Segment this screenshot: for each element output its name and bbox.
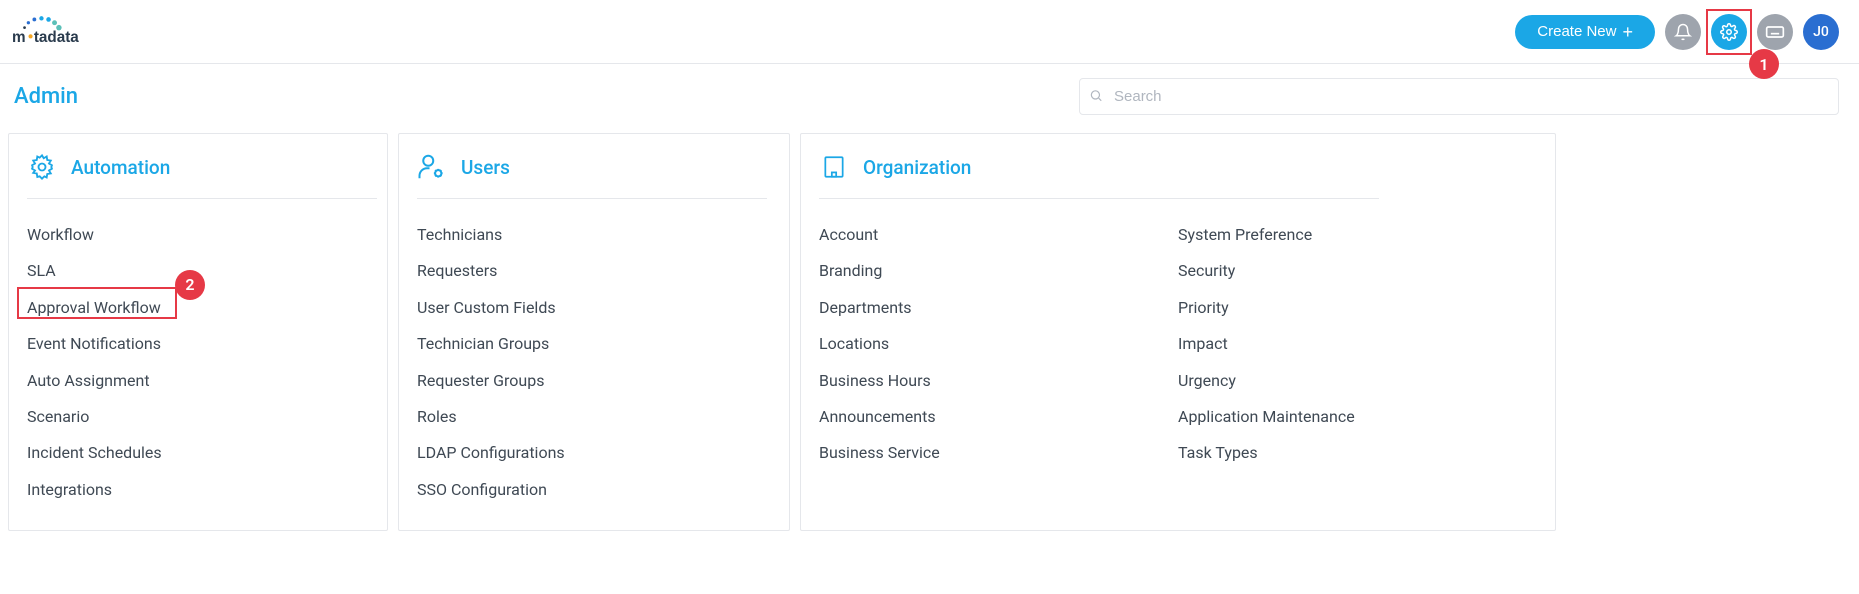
link-application-maintenance[interactable]: Application Maintenance (1178, 399, 1537, 435)
link-locations[interactable]: Locations (819, 326, 1178, 362)
link-incident-schedules[interactable]: Incident Schedules (27, 435, 369, 471)
settings-button[interactable] (1711, 14, 1747, 50)
logo[interactable]: m tadata (12, 11, 132, 53)
organization-col-1: Account Branding Departments Locations B… (819, 217, 1178, 472)
link-business-hours[interactable]: Business Hours (819, 363, 1178, 399)
organization-col-2: System Preference Security Priority Impa… (1178, 217, 1537, 472)
keyboard-shortcuts-button[interactable] (1757, 14, 1793, 50)
callout-2-label: 2 (185, 275, 194, 294)
automation-card: Automation Workflow SLA Approval Workflo… (8, 133, 388, 531)
link-requester-groups[interactable]: Requester Groups (417, 363, 771, 399)
link-urgency[interactable]: Urgency (1178, 363, 1537, 399)
organization-header: Organization (819, 152, 1379, 199)
motadata-logo-icon: m tadata (12, 11, 132, 53)
link-announcements[interactable]: Announcements (819, 399, 1178, 435)
automation-title: Automation (71, 156, 170, 179)
create-new-label: Create New (1537, 23, 1616, 40)
link-impact[interactable]: Impact (1178, 326, 1537, 362)
users-card: Users Technicians Requesters User Custom… (398, 133, 790, 531)
link-roles[interactable]: Roles (417, 399, 771, 435)
users-header: Users (417, 152, 767, 199)
create-new-button[interactable]: Create New + (1515, 15, 1655, 49)
annotation-callout-1: 1 (1749, 49, 1779, 79)
link-system-preference[interactable]: System Preference (1178, 217, 1537, 253)
top-actions: Create New + (1515, 14, 1839, 50)
link-integrations[interactable]: Integrations (27, 472, 369, 508)
organization-card: Organization Account Branding Department… (800, 133, 1556, 531)
search-input[interactable] (1079, 78, 1839, 115)
user-avatar[interactable]: J0 (1803, 14, 1839, 50)
search-container (1079, 78, 1839, 115)
admin-cards: Automation Workflow SLA Approval Workflo… (0, 129, 1859, 551)
link-approval-workflow[interactable]: Approval Workflow (27, 290, 161, 326)
top-bar: m tadata Create New + (0, 0, 1859, 64)
keyboard-icon (1765, 22, 1785, 42)
gear-icon (1720, 23, 1738, 41)
link-event-notifications[interactable]: Event Notifications (27, 326, 369, 362)
link-sso-configuration[interactable]: SSO Configuration (417, 472, 771, 508)
svg-text:m: m (12, 28, 26, 45)
link-priority[interactable]: Priority (1178, 290, 1537, 326)
automation-icon (27, 152, 57, 182)
page-title: Admin (14, 84, 78, 109)
link-requesters[interactable]: Requesters (417, 253, 771, 289)
link-security[interactable]: Security (1178, 253, 1537, 289)
organization-title: Organization (863, 156, 971, 179)
organization-icon (819, 152, 849, 182)
link-business-service[interactable]: Business Service (819, 435, 1178, 471)
avatar-initials: J0 (1813, 24, 1829, 40)
link-account[interactable]: Account (819, 217, 1178, 253)
users-title: Users (461, 156, 510, 179)
link-scenario[interactable]: Scenario (27, 399, 369, 435)
link-workflow[interactable]: Workflow (27, 217, 369, 253)
link-task-types[interactable]: Task Types (1178, 435, 1537, 471)
notifications-button[interactable] (1665, 14, 1701, 50)
search-icon (1089, 87, 1103, 106)
subheader: Admin (0, 64, 1859, 129)
link-departments[interactable]: Departments (819, 290, 1178, 326)
link-auto-assignment[interactable]: Auto Assignment (27, 363, 369, 399)
users-icon (417, 152, 447, 182)
organization-columns: Account Branding Departments Locations B… (819, 217, 1537, 472)
plus-icon: + (1622, 23, 1633, 41)
bell-icon (1674, 23, 1692, 41)
link-ldap-configurations[interactable]: LDAP Configurations (417, 435, 771, 471)
link-technician-groups[interactable]: Technician Groups (417, 326, 771, 362)
automation-header: Automation (27, 152, 377, 199)
link-branding[interactable]: Branding (819, 253, 1178, 289)
link-user-custom-fields[interactable]: User Custom Fields (417, 290, 771, 326)
link-technicians[interactable]: Technicians (417, 217, 771, 253)
callout-1-label: 1 (1759, 55, 1768, 74)
svg-text:tadata: tadata (34, 28, 79, 45)
annotation-callout-2: 2 (175, 270, 205, 300)
